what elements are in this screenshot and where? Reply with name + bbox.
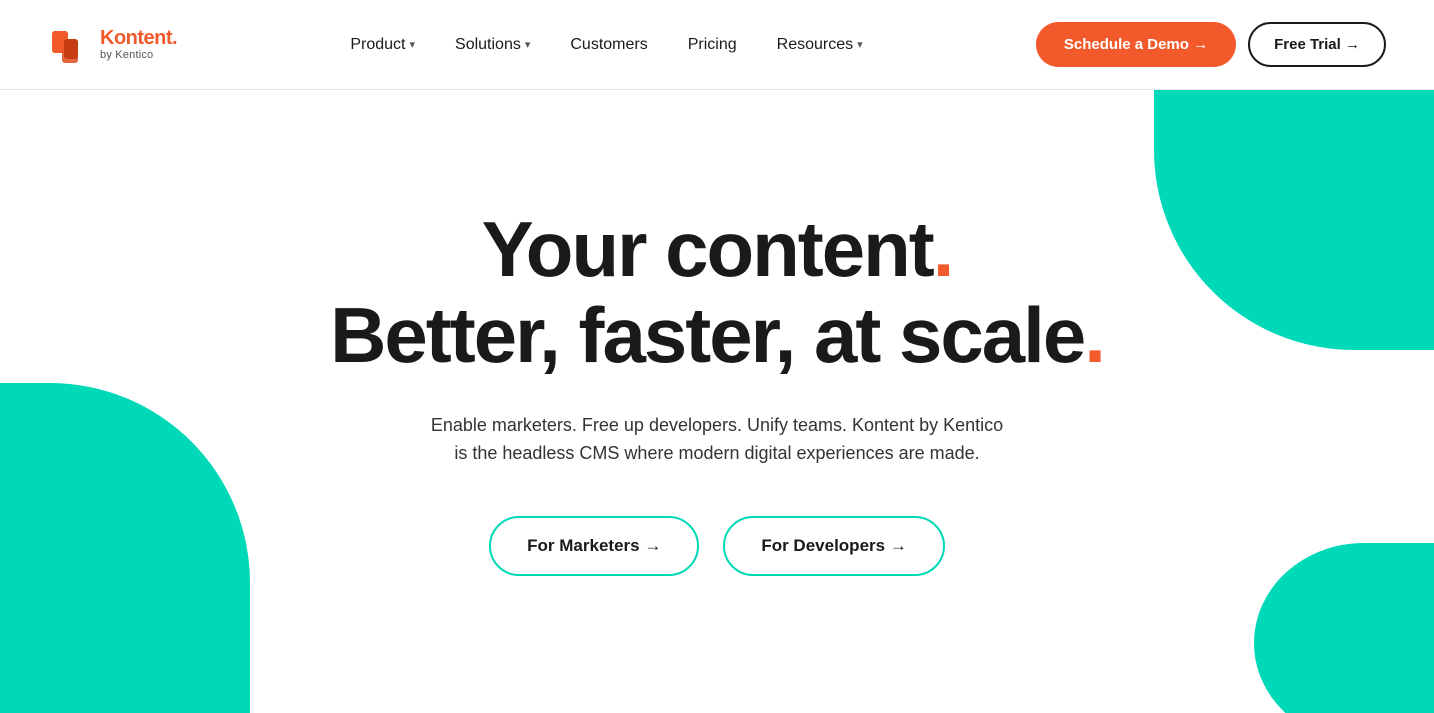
- decorative-shape-right-middle: [1254, 543, 1434, 713]
- nav-link-resources[interactable]: Resources ▾: [777, 36, 863, 54]
- nav-item-resources[interactable]: Resources ▾: [777, 36, 863, 54]
- nav-link-pricing[interactable]: Pricing: [688, 36, 737, 54]
- logo-brand: Kontent.: [100, 27, 177, 49]
- nav-item-pricing[interactable]: Pricing: [688, 36, 737, 54]
- decorative-shape-top-right: [1154, 90, 1434, 350]
- nav-link-product[interactable]: Product ▾: [350, 36, 415, 54]
- logo-sub: by Kentico: [100, 49, 177, 61]
- chevron-down-icon: ▾: [409, 38, 415, 51]
- for-developers-button[interactable]: For Developers →: [723, 516, 945, 576]
- free-trial-button[interactable]: Free Trial →: [1248, 22, 1386, 67]
- hero-section: Your content. Better, faster, at scale. …: [0, 90, 1434, 713]
- logo[interactable]: Kontent. by Kentico: [48, 23, 177, 67]
- hero-buttons: For Marketers → For Developers →: [330, 516, 1104, 576]
- hero-title: Your content. Better, faster, at scale.: [330, 207, 1104, 379]
- nav-link-solutions[interactable]: Solutions ▾: [455, 36, 530, 54]
- hero-content: Your content. Better, faster, at scale. …: [330, 207, 1104, 576]
- logo-text: Kontent. by Kentico: [100, 27, 177, 61]
- nav-item-customers[interactable]: Customers: [570, 36, 647, 54]
- nav-item-product[interactable]: Product ▾: [350, 36, 415, 54]
- nav-links: Product ▾ Solutions ▾ Customers Pricing …: [350, 36, 862, 54]
- hero-subtitle: Enable marketers. Free up developers. Un…: [427, 411, 1007, 469]
- nav-item-solutions[interactable]: Solutions ▾: [455, 36, 530, 54]
- decorative-shape-left-bottom: [0, 383, 250, 713]
- chevron-down-icon: ▾: [857, 38, 863, 51]
- for-marketers-button[interactable]: For Marketers →: [489, 516, 699, 576]
- logo-icon: [48, 23, 92, 67]
- nav-actions: Schedule a Demo → Free Trial →: [1036, 22, 1386, 67]
- navbar: Kontent. by Kentico Product ▾ Solutions …: [0, 0, 1434, 90]
- schedule-demo-button[interactable]: Schedule a Demo →: [1036, 22, 1236, 67]
- nav-link-customers[interactable]: Customers: [570, 36, 647, 54]
- chevron-down-icon: ▾: [525, 38, 531, 51]
